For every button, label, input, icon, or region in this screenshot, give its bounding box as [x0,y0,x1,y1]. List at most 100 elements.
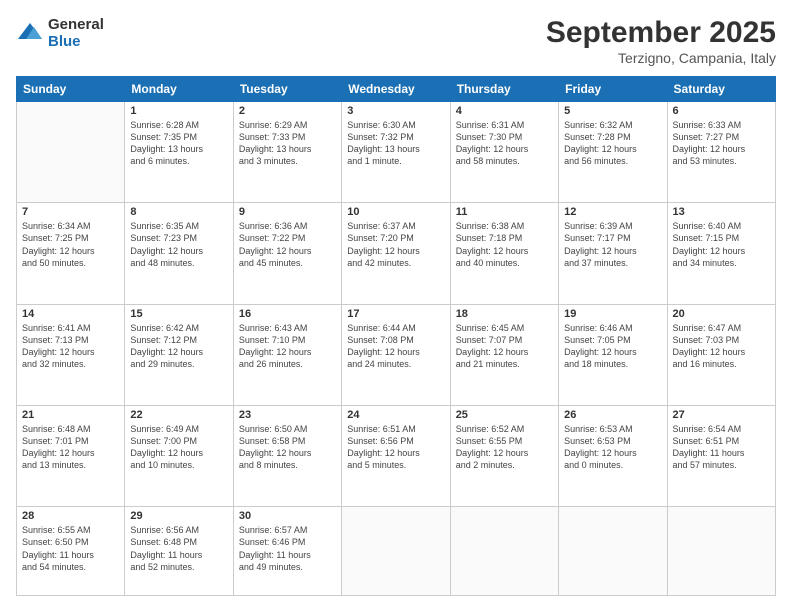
header: General Blue September 2025 Terzigno, Ca… [16,16,776,66]
day-info: Sunrise: 6:36 AM Sunset: 7:22 PM Dayligh… [239,220,336,269]
day-info: Sunrise: 6:52 AM Sunset: 6:55 PM Dayligh… [456,423,553,472]
col-friday: Friday [559,77,667,102]
col-sunday: Sunday [17,77,125,102]
day-number: 7 [22,206,119,218]
day-info: Sunrise: 6:39 AM Sunset: 7:17 PM Dayligh… [564,220,661,269]
day-number: 5 [564,105,661,117]
day-info: Sunrise: 6:50 AM Sunset: 6:58 PM Dayligh… [239,423,336,472]
calendar-week-1: 1Sunrise: 6:28 AM Sunset: 7:35 PM Daylig… [17,102,776,203]
day-number: 19 [564,308,661,320]
calendar-cell [342,507,450,596]
day-number: 9 [239,206,336,218]
day-info: Sunrise: 6:53 AM Sunset: 6:53 PM Dayligh… [564,423,661,472]
day-info: Sunrise: 6:47 AM Sunset: 7:03 PM Dayligh… [673,322,770,371]
day-number: 28 [22,510,119,522]
calendar-week-3: 14 Sunrise: 6:41 AM Sunset: 7:13 PM Dayli… [17,304,776,405]
day-info: Sunrise: 6:57 AM Sunset: 6:46 PM Dayligh… [239,524,336,573]
calendar-week-4: 21 Sunrise: 6:48 AM Sunset: 7:01 PM Dayli… [17,405,776,506]
day-info: Sunrise: 6:32 AM Sunset: 7:28 PM Dayligh… [564,119,661,168]
day-number: 16 [239,308,336,320]
logo-text: General Blue [48,16,104,50]
day-info: Sunrise: 6:37 AM Sunset: 7:20 PM Dayligh… [347,220,444,269]
day-info: Sunrise: 6:38 AM Sunset: 7:18 PM Dayligh… [456,220,553,269]
col-tuesday: Tuesday [233,77,341,102]
location: Terzigno, Campania, Italy [546,50,776,66]
logo-icon [16,21,44,45]
day-number: 8 [130,206,227,218]
day-number: 20 [673,308,770,320]
day-number: 17 [347,308,444,320]
calendar-cell: 28 Sunrise: 6:55 AM Sunset: 6:50 PM Dayli… [17,507,125,596]
calendar-cell: 27 Sunrise: 6:54 AM Sunset: 6:51 PM Dayli… [667,405,775,506]
calendar-week-5: 28 Sunrise: 6:55 AM Sunset: 6:50 PM Dayli… [17,507,776,596]
day-info: Sunrise: 6:49 AM Sunset: 7:00 PM Dayligh… [130,423,227,472]
day-number: 11 [456,206,553,218]
day-number: 15 [130,308,227,320]
day-number: 4 [456,105,553,117]
calendar-cell: 20 Sunrise: 6:47 AM Sunset: 7:03 PM Dayli… [667,304,775,405]
day-number: 23 [239,409,336,421]
calendar-cell: 14 Sunrise: 6:41 AM Sunset: 7:13 PM Dayli… [17,304,125,405]
day-number: 18 [456,308,553,320]
calendar-week-2: 7 Sunrise: 6:34 AM Sunset: 7:25 PM Daylig… [17,203,776,304]
calendar-cell [17,102,125,203]
day-number: 1 [130,105,227,117]
calendar-cell: 30 Sunrise: 6:57 AM Sunset: 6:46 PM Dayli… [233,507,341,596]
calendar-cell: 29Sunrise: 6:56 AM Sunset: 6:48 PM Dayli… [125,507,233,596]
day-number: 10 [347,206,444,218]
day-info: Sunrise: 6:33 AM Sunset: 7:27 PM Dayligh… [673,119,770,168]
calendar-cell: 18 Sunrise: 6:45 AM Sunset: 7:07 PM Dayli… [450,304,558,405]
day-info: Sunrise: 6:55 AM Sunset: 6:50 PM Dayligh… [22,524,119,573]
day-info: Sunrise: 6:48 AM Sunset: 7:01 PM Dayligh… [22,423,119,472]
day-number: 12 [564,206,661,218]
day-number: 14 [22,308,119,320]
day-number: 2 [239,105,336,117]
day-number: 22 [130,409,227,421]
day-info: Sunrise: 6:29 AM Sunset: 7:33 PM Dayligh… [239,119,336,168]
calendar-cell: 4 Sunrise: 6:31 AM Sunset: 7:30 PM Daylig… [450,102,558,203]
day-info: Sunrise: 6:40 AM Sunset: 7:15 PM Dayligh… [673,220,770,269]
day-info: Sunrise: 6:43 AM Sunset: 7:10 PM Dayligh… [239,322,336,371]
title-block: September 2025 Terzigno, Campania, Italy [546,16,776,66]
day-info: Sunrise: 6:45 AM Sunset: 7:07 PM Dayligh… [456,322,553,371]
col-thursday: Thursday [450,77,558,102]
day-number: 25 [456,409,553,421]
calendar-cell: 22 Sunrise: 6:49 AM Sunset: 7:00 PM Dayli… [125,405,233,506]
day-number: 27 [673,409,770,421]
day-info: Sunrise: 6:54 AM Sunset: 6:51 PM Dayligh… [673,423,770,472]
day-number: 13 [673,206,770,218]
calendar-cell: 19Sunrise: 6:46 AM Sunset: 7:05 PM Dayli… [559,304,667,405]
day-number: 3 [347,105,444,117]
col-monday: Monday [125,77,233,102]
month-title: September 2025 [546,16,776,50]
calendar-cell: 21 Sunrise: 6:48 AM Sunset: 7:01 PM Dayli… [17,405,125,506]
calendar-cell [559,507,667,596]
calendar-cell: 10 Sunrise: 6:37 AM Sunset: 7:20 PM Dayli… [342,203,450,304]
day-info: Sunrise: 6:42 AM Sunset: 7:12 PM Dayligh… [130,322,227,371]
calendar-cell: 25 Sunrise: 6:52 AM Sunset: 6:55 PM Dayli… [450,405,558,506]
day-number: 30 [239,510,336,522]
calendar-cell: 1Sunrise: 6:28 AM Sunset: 7:35 PM Daylig… [125,102,233,203]
day-info: Sunrise: 6:34 AM Sunset: 7:25 PM Dayligh… [22,220,119,269]
calendar-cell: 5 Sunrise: 6:32 AM Sunset: 7:28 PM Daylig… [559,102,667,203]
day-info: Sunrise: 6:31 AM Sunset: 7:30 PM Dayligh… [456,119,553,168]
day-info: Sunrise: 6:44 AM Sunset: 7:08 PM Dayligh… [347,322,444,371]
day-number: 21 [22,409,119,421]
calendar-cell: 13 Sunrise: 6:40 AM Sunset: 7:15 PM Dayli… [667,203,775,304]
calendar-cell: 8Sunrise: 6:35 AM Sunset: 7:23 PM Daylig… [125,203,233,304]
calendar-cell: 11 Sunrise: 6:38 AM Sunset: 7:18 PM Dayli… [450,203,558,304]
calendar-table: Sunday Monday Tuesday Wednesday Thursday… [16,76,776,596]
calendar-cell: 23 Sunrise: 6:50 AM Sunset: 6:58 PM Dayli… [233,405,341,506]
calendar-header-row: Sunday Monday Tuesday Wednesday Thursday… [17,77,776,102]
day-number: 29 [130,510,227,522]
calendar-cell: 12 Sunrise: 6:39 AM Sunset: 7:17 PM Dayli… [559,203,667,304]
day-number: 6 [673,105,770,117]
calendar-cell: 3Sunrise: 6:30 AM Sunset: 7:32 PM Daylig… [342,102,450,203]
col-saturday: Saturday [667,77,775,102]
day-info: Sunrise: 6:51 AM Sunset: 6:56 PM Dayligh… [347,423,444,472]
day-info: Sunrise: 6:41 AM Sunset: 7:13 PM Dayligh… [22,322,119,371]
page: General Blue September 2025 Terzigno, Ca… [0,0,792,612]
calendar-cell: 26Sunrise: 6:53 AM Sunset: 6:53 PM Dayli… [559,405,667,506]
day-number: 24 [347,409,444,421]
calendar-cell: 15 Sunrise: 6:42 AM Sunset: 7:12 PM Dayli… [125,304,233,405]
